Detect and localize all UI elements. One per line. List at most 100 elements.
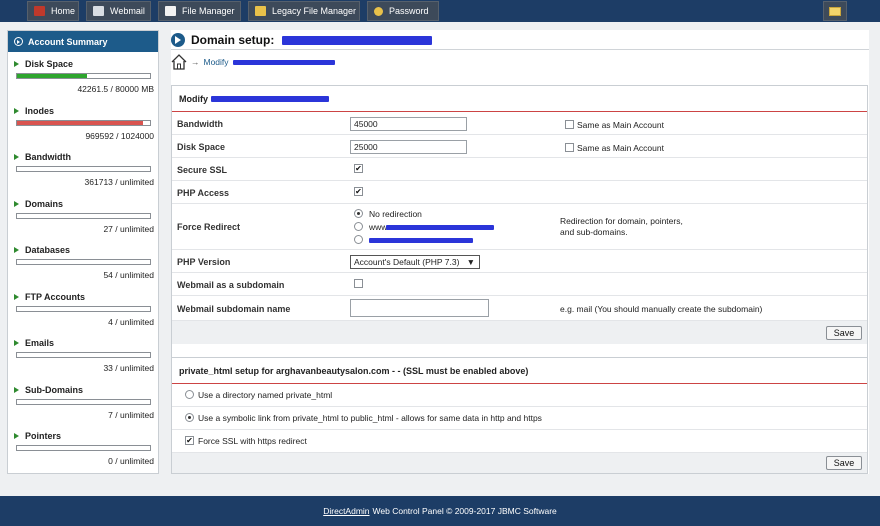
redirect-none-radio[interactable] bbox=[354, 209, 363, 218]
usage-bar bbox=[16, 352, 151, 358]
disk-space-label: Disk Space bbox=[177, 142, 226, 152]
account-summary-header: Account Summary bbox=[8, 31, 158, 52]
php-version-select[interactable]: Account's Default (PHP 7.3) ▼ bbox=[350, 255, 480, 269]
nav-tab-webmail[interactable]: Webmail bbox=[86, 1, 151, 21]
secure-ssl-label: Secure SSL bbox=[177, 165, 228, 175]
breadcrumb-modify-link[interactable]: Modify bbox=[204, 57, 229, 67]
triangle-arrow-icon bbox=[14, 247, 19, 253]
redirect-note-line1: Redirection for domain, pointers, bbox=[560, 216, 683, 226]
mail-icon bbox=[93, 6, 104, 16]
stat-title: Sub-Domains bbox=[14, 385, 154, 395]
stat-domains: Domains 27 / unlimited bbox=[14, 199, 154, 237]
stat-title: Databases bbox=[14, 245, 154, 255]
private-html-link-row: Use a symbolic link from private_html to… bbox=[172, 407, 867, 430]
page-title: Domain setup: bbox=[171, 32, 433, 48]
redirect-www-radio[interactable] bbox=[354, 222, 363, 231]
home-icon[interactable] bbox=[171, 54, 187, 70]
php-access-row: PHP Access ✔ bbox=[172, 181, 867, 204]
triangle-arrow-icon bbox=[14, 61, 19, 67]
stat-label: Databases bbox=[25, 245, 71, 255]
bandwidth-row: Bandwidth 45000 Same as Main Account bbox=[172, 112, 867, 135]
stat-label: Disk Space bbox=[25, 59, 74, 69]
private-html-actions: Save bbox=[172, 453, 867, 473]
stat-label: Pointers bbox=[25, 431, 62, 441]
bandwidth-same-checkbox[interactable] bbox=[565, 120, 574, 129]
disk-space-same-checkbox[interactable] bbox=[565, 143, 574, 152]
force-ssl-checkbox[interactable]: ✔ bbox=[185, 436, 194, 445]
nav-tab-label: Home bbox=[51, 6, 76, 16]
redirect-bare-radio[interactable] bbox=[354, 235, 363, 244]
stat-databases: Databases 54 / unlimited bbox=[14, 245, 154, 283]
stat-title: Inodes bbox=[14, 106, 154, 116]
force-redirect-row: Force Redirect No redirection www Redire… bbox=[172, 204, 867, 250]
nav-tab-password[interactable]: Password bbox=[367, 1, 439, 21]
usage-bar bbox=[16, 166, 151, 172]
directadmin-link[interactable]: DirectAdmin bbox=[323, 506, 369, 516]
triangle-arrow-icon bbox=[14, 340, 19, 346]
top-navigation-bar: Home Webmail File Manager Legacy File Ma… bbox=[0, 0, 880, 22]
stat-inodes: Inodes 969592 / 1024000 bbox=[14, 106, 154, 144]
redacted-domain bbox=[211, 95, 329, 102]
php-access-checkbox[interactable]: ✔ bbox=[354, 187, 363, 196]
nav-tab-home[interactable]: Home bbox=[27, 1, 79, 21]
stat-label: Inodes bbox=[25, 105, 55, 116]
usage-bar bbox=[16, 119, 151, 126]
php-access-label: PHP Access bbox=[177, 188, 230, 198]
modify-panel: Modify Bandwidth 45000 Same as Main Acco… bbox=[171, 85, 868, 374]
nav-tab-label: Legacy File Manager bbox=[272, 6, 357, 16]
stat-value: 27 / unlimited bbox=[103, 223, 154, 234]
stat-title: Emails bbox=[14, 338, 154, 348]
triangle-arrow-icon bbox=[14, 107, 19, 114]
triangle-arrow-icon bbox=[14, 433, 19, 439]
php-version-row: PHP Version Account's Default (PHP 7.3) … bbox=[172, 250, 867, 273]
triangle-arrow-icon bbox=[14, 200, 19, 207]
redirect-note-line2: and sub-domains. bbox=[560, 227, 628, 237]
title-divider bbox=[171, 49, 869, 50]
save-button[interactable]: Save bbox=[826, 326, 862, 340]
private-html-link-radio[interactable] bbox=[185, 413, 194, 422]
modify-heading: Modify bbox=[179, 93, 208, 104]
bandwidth-same-label: Same as Main Account bbox=[577, 120, 664, 130]
php-version-label: PHP Version bbox=[177, 257, 231, 267]
usage-bar-fill bbox=[17, 120, 144, 125]
stat-emails: Emails 33 / unlimited bbox=[14, 338, 154, 376]
usage-bar bbox=[16, 305, 151, 312]
bandwidth-input[interactable]: 45000 bbox=[350, 117, 467, 131]
stat-sub-domains: Sub-Domains 7 / unlimited bbox=[14, 385, 154, 423]
key-icon bbox=[374, 6, 383, 16]
stat-label: Domains bbox=[25, 198, 64, 209]
stat-value: 33 / unlimited bbox=[103, 363, 154, 373]
breadcrumb-arrow: → bbox=[191, 57, 200, 67]
private-html-dir-radio[interactable] bbox=[185, 390, 194, 399]
triangle-arrow-icon bbox=[14, 154, 19, 160]
stat-value: 361713 / unlimited bbox=[84, 177, 154, 187]
save-button[interactable]: Save bbox=[826, 456, 862, 470]
webmail-name-hint: e.g. mail (You should manually create th… bbox=[560, 304, 763, 314]
stat-label: Sub-Domains bbox=[25, 384, 84, 395]
stat-label: FTP Accounts bbox=[25, 291, 86, 302]
messages-button[interactable] bbox=[823, 1, 847, 21]
webmail-name-input[interactable] bbox=[350, 299, 489, 317]
modify-actions: Save bbox=[172, 321, 867, 344]
account-summary-sidebar: Account Summary Disk Space 42261.5 / 8000… bbox=[7, 30, 159, 474]
stat-value: 0 / unlimited bbox=[108, 456, 154, 466]
stat-value: 42261.5 / 80000 MB bbox=[77, 84, 154, 94]
stat-title: Disk Space bbox=[14, 59, 154, 69]
private-html-heading: private_html setup for arghavanbeautysal… bbox=[179, 365, 529, 376]
circle-arrow-icon bbox=[171, 33, 185, 47]
triangle-arrow-icon bbox=[14, 293, 19, 300]
usage-bar bbox=[16, 445, 151, 451]
redirect-www-label: www bbox=[369, 222, 388, 232]
stat-bandwidth: Bandwidth 361713 / unlimited bbox=[14, 152, 154, 190]
force-ssl-row: ✔ Force SSL with https redirect bbox=[172, 430, 867, 453]
webmail-name-row: Webmail subdomain name e.g. mail (You sh… bbox=[172, 296, 867, 321]
redacted-domain bbox=[369, 238, 473, 243]
nav-tab-legacy-file-manager[interactable]: Legacy File Manager bbox=[248, 1, 360, 21]
disk-space-input[interactable]: 25000 bbox=[350, 140, 467, 154]
webmail-subdomain-checkbox[interactable] bbox=[354, 279, 363, 288]
webmail-subdomain-row: Webmail as a subdomain bbox=[172, 273, 867, 296]
nav-tab-file-manager[interactable]: File Manager bbox=[158, 1, 241, 21]
php-version-selected: Account's Default (PHP 7.3) bbox=[354, 257, 460, 267]
secure-ssl-checkbox[interactable]: ✔ bbox=[354, 164, 363, 173]
disk-space-row: Disk Space 25000 Same as Main Account bbox=[172, 135, 867, 158]
